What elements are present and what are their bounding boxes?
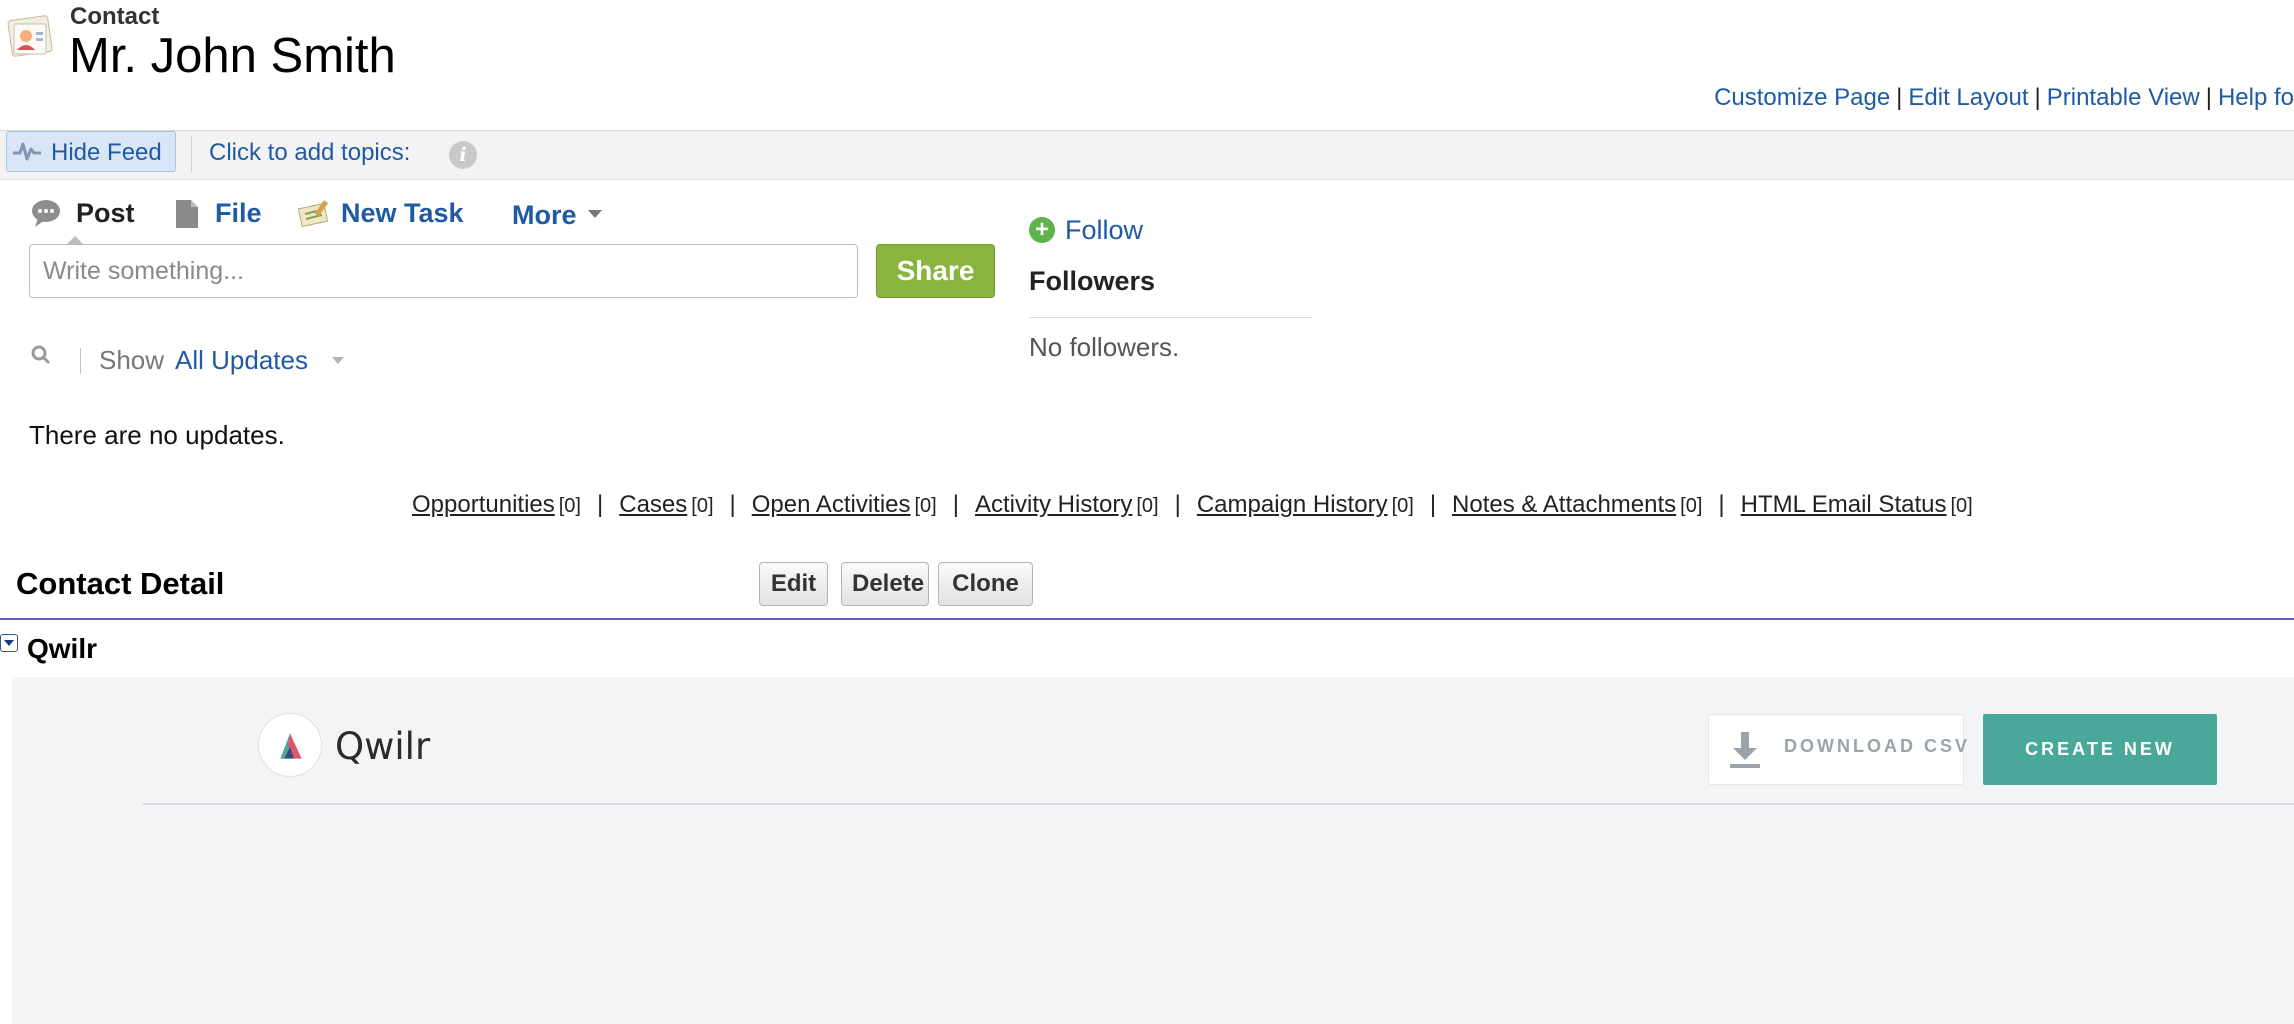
related-separator: | [1429,491,1437,518]
related-link-campaign-history[interactable]: Campaign History [0] [1197,491,1414,518]
qwilr-divider [143,803,2294,805]
collapse-icon[interactable] [0,634,18,652]
related-link-cases[interactable]: Cases [0] [619,491,713,518]
record-type-label: Contact [70,3,160,30]
chat-bubble-icon [32,200,60,227]
document-icon [176,200,198,228]
related-separator: | [952,491,959,518]
related-link-label[interactable]: HTML Email Status [1741,491,1947,518]
info-icon[interactable]: i [449,141,477,169]
edit-layout-link[interactable]: Edit Layout [1908,84,2028,111]
download-icon [1730,732,1760,768]
share-button[interactable]: Share [876,244,995,298]
follow-link[interactable]: Follow [1065,215,1143,246]
related-link-label[interactable]: Opportunities [412,491,555,518]
related-link-count: [0] [914,495,937,517]
download-csv-label[interactable]: DOWNLOAD CSV [1784,736,1970,757]
related-separator: | [1718,491,1725,518]
empty-feed-message: There are no updates. [29,420,285,450]
section-divider [0,618,2294,620]
qwilr-logo-text: Qwilr [335,725,431,768]
search-icon[interactable] [30,344,52,366]
related-link-count: [0] [1950,495,1973,517]
task-icon [297,200,329,228]
create-new-button[interactable]: CREATE NEW [1983,714,2217,785]
clone-button[interactable]: Clone [938,562,1033,606]
related-link-html-email-status[interactable]: HTML Email Status [0] [1741,491,1973,518]
add-topics-link[interactable]: Click to add topics: [209,139,410,167]
related-separator: | [1174,491,1181,518]
related-list-links: Opportunities [0] | Cases [0] | Open Activitie… [412,491,1973,519]
related-link-label[interactable]: Notes & Attachments [1452,491,1676,518]
qwilr-logo-icon [258,713,322,777]
tab-post[interactable]: Post [76,198,135,229]
related-link-count: [0] [558,495,581,517]
related-link-label[interactable]: Open Activities [752,491,911,518]
page-utility-links: Customize Page | Edit Layout | Printable Vie… [1714,84,2294,112]
section-title: Contact Detail [16,566,225,601]
related-link-count: [0] [1680,495,1703,517]
help-link[interactable]: Help fo [2218,84,2294,111]
post-input[interactable] [29,244,858,298]
link-separator: | [1896,84,1903,111]
related-separator: | [729,491,736,518]
qwilr-section-title: Qwilr [27,633,98,664]
contact-card-icon [7,15,53,57]
filter-divider [80,348,81,374]
page-title: Mr. John Smith [69,29,396,83]
related-separator: | [597,491,604,518]
hide-feed-label[interactable]: Hide Feed [51,139,162,167]
related-link-notes-attachments[interactable]: Notes & Attachments [0] [1452,491,1702,518]
related-link-label[interactable]: Cases [619,491,687,518]
feed-filter-select[interactable]: All Updates [175,345,308,376]
related-link-label[interactable]: Campaign History [1197,491,1388,518]
followers-heading: Followers [1029,266,1156,296]
customize-page-link[interactable]: Customize Page [1714,84,1890,111]
related-link-count: [0] [691,495,714,517]
caret-down-icon[interactable] [588,210,602,218]
tab-more[interactable]: More [512,200,577,231]
link-separator: | [2034,84,2041,111]
followers-divider [1029,317,1312,318]
tab-new-task[interactable]: New Task [341,198,464,229]
printable-view-link[interactable]: Printable View [2047,84,2200,111]
related-link-count: [0] [1136,495,1159,517]
pulse-icon [13,142,41,161]
related-link-open-activities[interactable]: Open Activities [0] [752,491,937,518]
no-followers-text: No followers. [1029,332,1180,362]
edit-button[interactable]: Edit [759,562,828,606]
delete-button[interactable]: Delete [841,562,929,606]
tab-file[interactable]: File [215,198,262,229]
toolbar-divider [191,136,192,172]
caret-down-icon[interactable] [332,357,344,364]
related-link-count: [0] [1391,495,1414,517]
related-link-opportunities[interactable]: Opportunities [0] [412,491,581,518]
plus-circle-icon[interactable]: + [1029,217,1055,243]
link-separator: | [2205,84,2212,111]
related-link-activity-history[interactable]: Activity History [0] [975,491,1159,518]
related-link-label[interactable]: Activity History [975,491,1132,518]
show-label: Show [99,345,165,375]
